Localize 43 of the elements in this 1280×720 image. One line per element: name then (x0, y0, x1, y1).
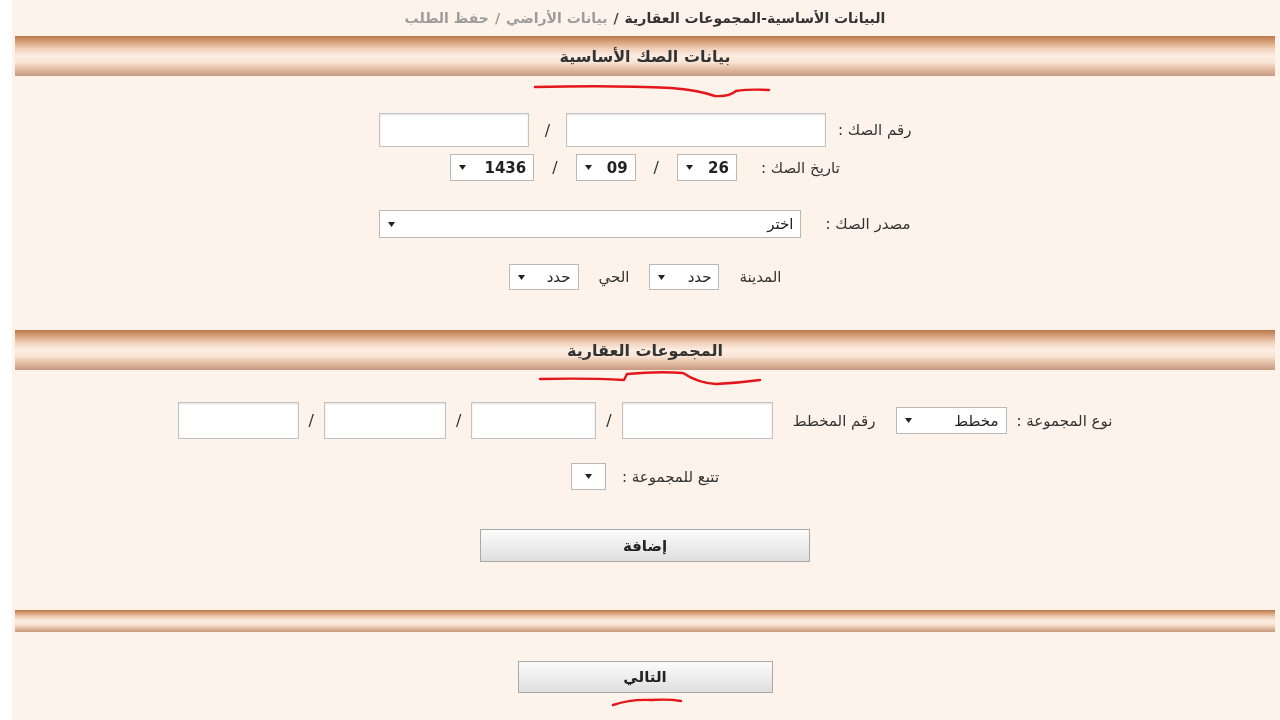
caret-icon (459, 165, 467, 170)
field-label: نوع المجموعة : (1016, 411, 1113, 430)
parent-group-select[interactable] (570, 463, 606, 490)
caret-icon (686, 165, 693, 170)
slash-separator: / (551, 158, 559, 177)
caret-icon (388, 221, 396, 227)
caret-icon (584, 165, 592, 170)
deed-number-input[interactable] (566, 113, 826, 147)
slash-separator: / (308, 411, 314, 430)
plan-number-input[interactable] (323, 402, 446, 439)
field-label: المدينة (739, 268, 782, 286)
breadcrumb-link[interactable]: البيانات الأساسية-المجموعات العقارية (624, 10, 886, 26)
group-type-select[interactable]: مخطط (895, 407, 1007, 434)
caret-icon (658, 274, 666, 280)
field-label: رقم الصك : (838, 121, 912, 139)
breadcrumb-separator: / (613, 10, 619, 26)
month-select[interactable]: 09 (575, 154, 636, 181)
year-select[interactable]: 1436 (450, 154, 535, 181)
plan-number-input[interactable] (621, 402, 773, 439)
field-label: الحي (598, 268, 630, 286)
next-button[interactable]: التالي (517, 661, 773, 693)
deed-source-select[interactable]: اختر (379, 210, 802, 238)
slash-separator: / (543, 120, 551, 140)
city-select[interactable]: حدد (649, 264, 720, 290)
field-label: تاريخ الصك : (761, 158, 840, 177)
caret-icon (517, 274, 525, 280)
district-select[interactable]: حدد (508, 264, 579, 290)
breadcrumb-separator: / (494, 10, 500, 26)
slash-separator: / (652, 158, 660, 177)
field-label: رقم المخطط (792, 411, 876, 430)
section-title: بيانات الصك الأساسية (559, 46, 731, 66)
day-select[interactable]: 26 (677, 154, 737, 181)
slash-separator: / (455, 411, 462, 430)
slash-separator: / (606, 411, 612, 430)
caret-icon (585, 474, 593, 479)
plan-number-input[interactable] (177, 402, 299, 439)
field-label: تتبع للمجموعة : (621, 467, 720, 486)
caret-icon (904, 418, 912, 423)
field-label: مصدر الصك : (825, 215, 911, 233)
add-button[interactable]: إضافة (480, 529, 810, 562)
deed-number-input[interactable] (378, 113, 529, 147)
section-title: المجموعات العقارية (566, 340, 724, 360)
plan-number-input[interactable] (471, 402, 597, 439)
